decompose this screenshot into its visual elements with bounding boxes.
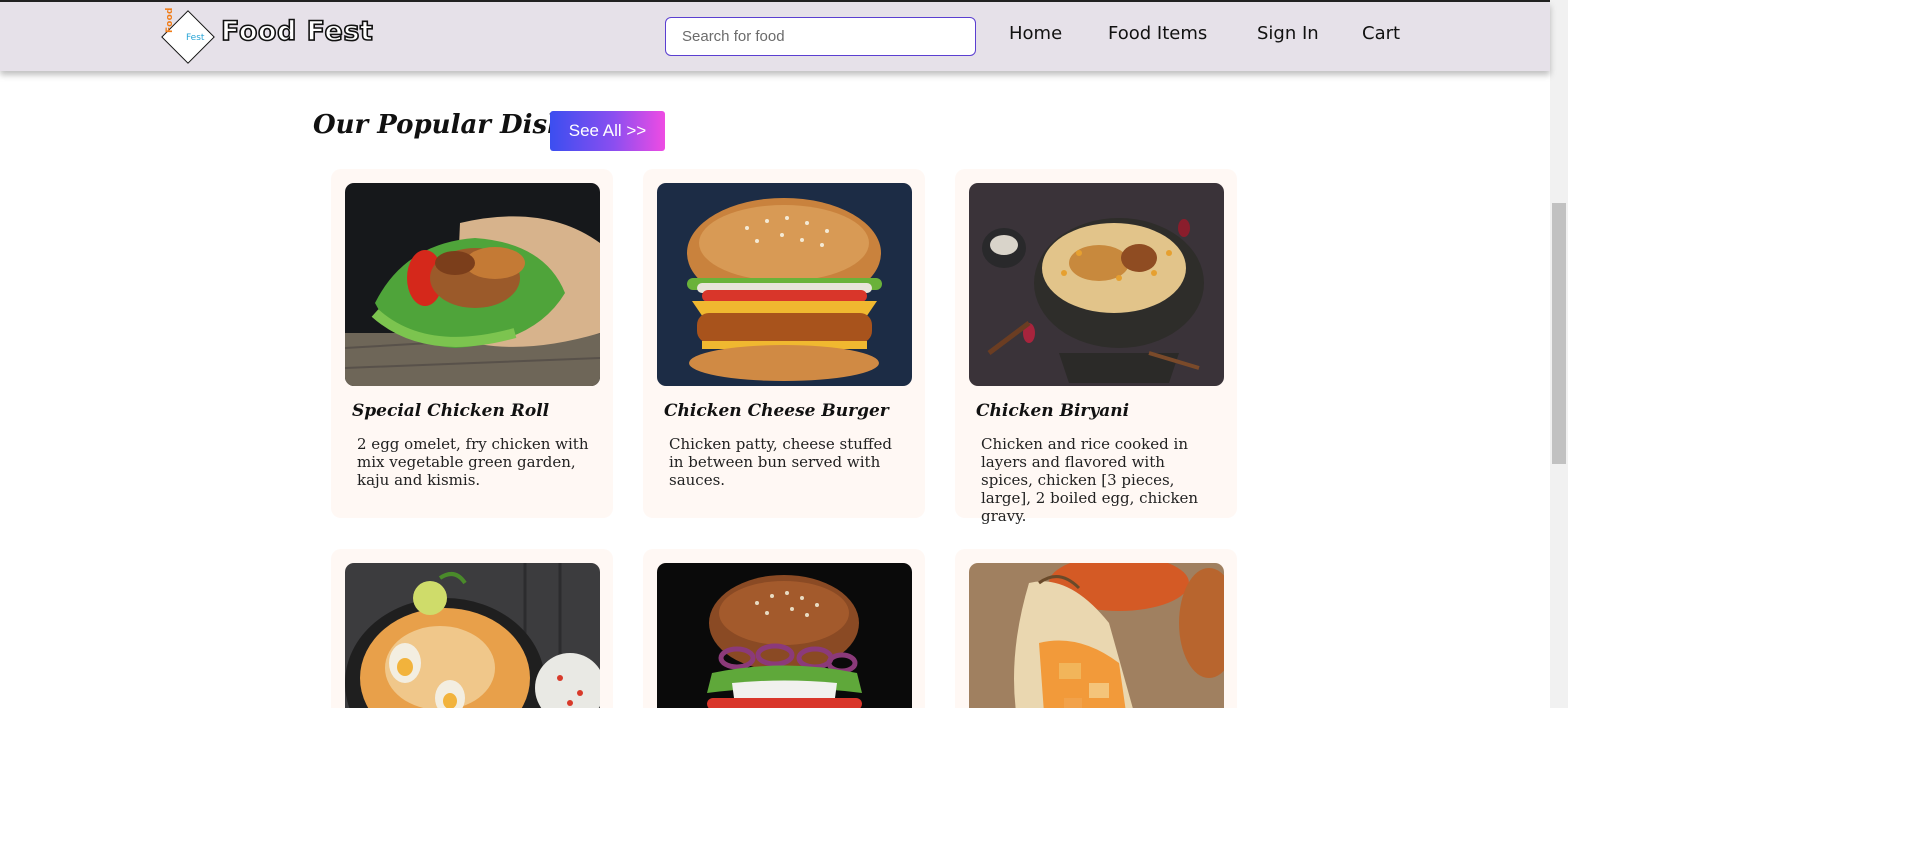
- dish-image-wrap: [969, 563, 1224, 708]
- dish-card[interactable]: [955, 549, 1237, 708]
- dish-card[interactable]: Chicken Biryani Chicken and rice cooked …: [955, 169, 1237, 525]
- scrollbar-thumb[interactable]: [1552, 203, 1566, 464]
- dish-image-egg-biryani: [345, 563, 600, 708]
- search-input[interactable]: [665, 17, 976, 56]
- nav-sign-in[interactable]: Sign In: [1257, 23, 1319, 44]
- dish-image-chicken-roll: [345, 183, 600, 386]
- dish-description: Chicken and rice cooked in layers and fl…: [981, 435, 1199, 525]
- navbar: Food Fest Food Fest Home Food Items Sign…: [0, 2, 1550, 71]
- dish-name: Special Chicken Roll: [352, 401, 550, 421]
- brand-name[interactable]: Food Fest: [220, 15, 373, 48]
- dish-card[interactable]: Special Chicken Roll 2 egg omelet, fry c…: [331, 169, 613, 518]
- dish-image-cheese-burger: [657, 183, 912, 386]
- dish-name: Chicken Biryani: [976, 401, 1130, 421]
- nav-food-items[interactable]: Food Items: [1108, 23, 1207, 44]
- dish-description: Chicken patty, cheese stuffed in between…: [669, 435, 893, 489]
- dish-image-burger: [657, 563, 912, 708]
- dish-name: Chicken Cheese Burger: [664, 401, 889, 421]
- dish-card[interactable]: Chicken Cheese Burger Chicken patty, che…: [643, 169, 925, 518]
- nav-cart[interactable]: Cart: [1362, 23, 1400, 44]
- logo-word-food: Food: [165, 7, 175, 33]
- dish-card[interactable]: [331, 549, 613, 708]
- dish-image-biryani: [969, 183, 1224, 386]
- dish-description: 2 egg omelet, fry chicken with mix veget…: [357, 435, 589, 489]
- see-all-button[interactable]: See All >>: [550, 111, 665, 151]
- nav-home[interactable]: Home: [1009, 23, 1062, 44]
- page: Food Fest Food Fest Home Food Items Sign…: [0, 0, 1568, 708]
- dish-card[interactable]: [643, 549, 925, 708]
- logo-word-fest: Fest: [186, 33, 205, 43]
